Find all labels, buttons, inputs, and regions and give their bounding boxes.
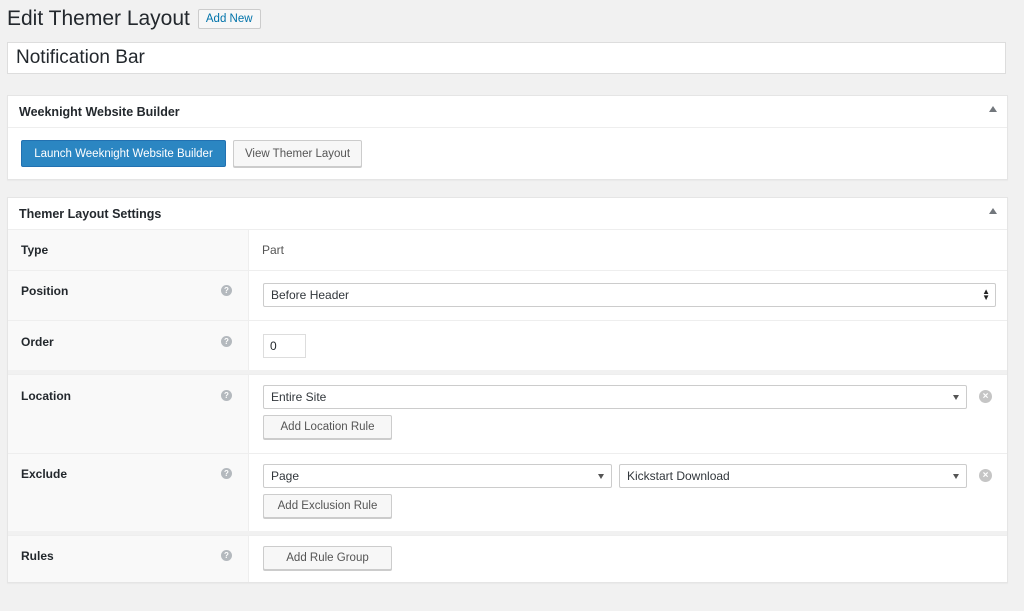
- order-row: Order ? 0: [8, 320, 1007, 370]
- exclude-label-cell: [8, 454, 249, 531]
- location-label: Location: [21, 389, 71, 403]
- view-layout-button[interactable]: View Themer Layout: [233, 140, 362, 167]
- order-label: Order: [21, 335, 54, 349]
- location-row: Location ? Entire Site × Add Location Ru…: [8, 374, 1007, 453]
- add-location-rule-button[interactable]: Add Location Rule: [263, 415, 392, 439]
- question-circle-icon[interactable]: ?: [221, 336, 232, 347]
- position-label: Position: [21, 284, 69, 298]
- builder-postbox-header[interactable]: Weeknight Website Builder: [8, 96, 1007, 128]
- builder-postbox: Weeknight Website Builder Launch Weeknig…: [7, 95, 1008, 180]
- question-circle-icon[interactable]: ?: [221, 550, 232, 561]
- exclude-item-value: Kickstart Download: [627, 469, 730, 483]
- remove-circle-icon[interactable]: ×: [979, 390, 992, 403]
- type-label: Type: [21, 243, 49, 257]
- order-input[interactable]: 0: [263, 334, 306, 358]
- remove-circle-icon[interactable]: ×: [979, 469, 992, 482]
- location-label-cell: [8, 375, 249, 453]
- add-new-button[interactable]: Add New: [197, 9, 261, 29]
- post-title-input[interactable]: Notification Bar: [7, 42, 1006, 74]
- exclude-row: Exclude ? Page Kickstart Download × Add …: [8, 453, 1007, 531]
- rules-label: Rules: [21, 549, 54, 563]
- page-title: Edit Themer Layout: [7, 7, 190, 30]
- type-row: Type Part: [8, 229, 1007, 270]
- page-header: Edit Themer Layout Add New: [7, 6, 261, 32]
- builder-postbox-title: Weeknight Website Builder: [19, 104, 180, 119]
- question-circle-icon[interactable]: ?: [221, 390, 232, 401]
- question-circle-icon[interactable]: ?: [221, 285, 232, 296]
- type-value: Part: [262, 243, 285, 257]
- add-exclusion-rule-button[interactable]: Add Exclusion Rule: [263, 494, 392, 518]
- settings-postbox-title: Themer Layout Settings: [19, 206, 162, 221]
- triangle-up-icon[interactable]: [989, 208, 997, 214]
- position-select-value: Before Header: [271, 288, 350, 302]
- exclude-type-value: Page: [271, 469, 300, 483]
- updown-icon: ▲ ▼: [982, 287, 990, 302]
- chevron-down-icon: [953, 474, 959, 479]
- chevron-down-icon: [953, 395, 959, 400]
- settings-postbox: Themer Layout Settings Type Part Positio…: [7, 197, 1008, 583]
- triangle-up-icon[interactable]: [989, 106, 997, 112]
- add-rule-group-button[interactable]: Add Rule Group: [263, 546, 392, 570]
- location-select-value: Entire Site: [271, 390, 327, 404]
- settings-postbox-header[interactable]: Themer Layout Settings: [8, 198, 1007, 230]
- chevron-down-icon: [598, 474, 604, 479]
- exclude-type-select[interactable]: Page: [263, 464, 612, 488]
- exclude-label: Exclude: [21, 467, 68, 481]
- position-row: Position ? Before Header ▲ ▼: [8, 270, 1007, 320]
- position-select[interactable]: Before Header ▲ ▼: [263, 283, 996, 307]
- exclude-item-select[interactable]: Kickstart Download: [619, 464, 967, 488]
- location-select[interactable]: Entire Site: [263, 385, 967, 409]
- question-circle-icon[interactable]: ?: [221, 468, 232, 479]
- launch-builder-button[interactable]: Launch Weeknight Website Builder: [21, 140, 226, 167]
- rules-row: Rules ? Add Rule Group: [8, 535, 1007, 582]
